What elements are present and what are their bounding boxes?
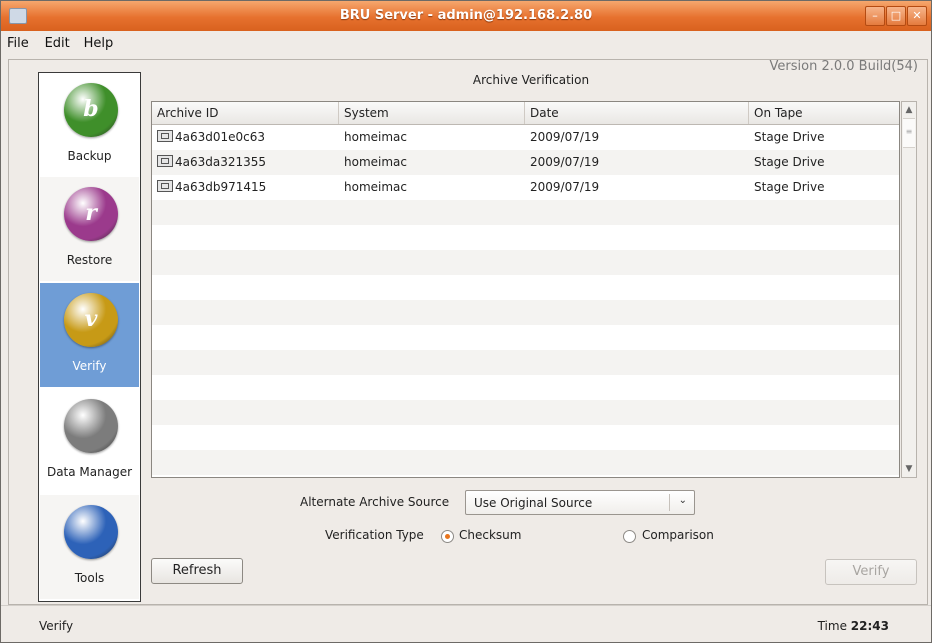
column-header-on-tape[interactable]: On Tape bbox=[749, 102, 899, 124]
close-button[interactable]: ✕ bbox=[907, 6, 927, 26]
table-row[interactable]: 4a63db971415 homeimac 2009/07/19 Stage Driv… bbox=[152, 175, 899, 200]
page-title: Archive Verification bbox=[472, 73, 590, 87]
sidebar-item-label: Verify bbox=[72, 359, 107, 373]
status-bar: Verify Time 22:43 bbox=[1, 605, 931, 642]
empty-table-row bbox=[152, 375, 899, 400]
system-cell: homeimac bbox=[344, 130, 407, 144]
scroll-thumb[interactable]: ≡ bbox=[903, 118, 915, 148]
maximize-button[interactable]: □ bbox=[886, 6, 906, 26]
scroll-up-icon[interactable]: ▲ bbox=[902, 103, 916, 117]
empty-table-row bbox=[152, 325, 899, 350]
on-tape-cell: Stage Drive bbox=[754, 130, 825, 144]
time-label: Time bbox=[817, 619, 847, 633]
verify-icon: v bbox=[64, 293, 118, 347]
table-scrollbar[interactable]: ▲ ≡ ▼ bbox=[901, 101, 917, 478]
column-header-system[interactable]: System bbox=[339, 102, 525, 124]
time-value: 22:43 bbox=[850, 619, 889, 633]
sidebar-nav: b Backup r Restore v Verify Data Manager… bbox=[38, 72, 141, 602]
comparison-radio[interactable] bbox=[623, 530, 636, 543]
archive-id-cell: 4a63d01e0c63 bbox=[152, 125, 344, 150]
empty-table-row bbox=[152, 350, 899, 375]
menu-edit[interactable]: Edit bbox=[45, 36, 70, 51]
system-cell: homeimac bbox=[344, 155, 407, 169]
sidebar-item-tools[interactable]: Tools bbox=[40, 495, 139, 599]
system-cell: homeimac bbox=[344, 180, 407, 194]
archive-id-cell: 4a63da321355 bbox=[152, 150, 344, 175]
empty-table-row bbox=[152, 425, 899, 450]
title-bar[interactable]: BRU Server - admin@192.168.2.80 – □ ✕ bbox=[1, 1, 931, 31]
archive-icon bbox=[157, 130, 173, 142]
archive-icon bbox=[157, 180, 173, 192]
archive-table: Archive ID System Date On Tape 4a63d01e0… bbox=[151, 101, 900, 478]
table-header: Archive ID System Date On Tape bbox=[152, 102, 899, 125]
scroll-down-icon[interactable]: ▼ bbox=[902, 462, 916, 476]
empty-table-row bbox=[152, 275, 899, 300]
empty-table-row bbox=[152, 200, 899, 225]
version-label: Version 2.0.0 Build(54) bbox=[769, 59, 918, 74]
alternate-source-select[interactable]: Use Original Source ⌄ bbox=[465, 490, 695, 515]
verification-type-label: Verification Type bbox=[325, 528, 424, 542]
empty-table-row bbox=[152, 225, 899, 250]
checksum-radio[interactable] bbox=[441, 530, 454, 543]
table-row[interactable]: 4a63da321355 homeimac 2009/07/19 Stage Driv… bbox=[152, 150, 899, 175]
on-tape-cell: Stage Drive bbox=[754, 180, 825, 194]
empty-table-row bbox=[152, 400, 899, 425]
app-window: BRU Server - admin@192.168.2.80 – □ ✕ Fi… bbox=[0, 0, 932, 643]
data-manager-icon bbox=[64, 399, 118, 453]
alternate-source-value: Use Original Source bbox=[474, 496, 593, 510]
sidebar-item-label: Tools bbox=[74, 571, 105, 585]
column-header-archive-id[interactable]: Archive ID bbox=[152, 102, 339, 124]
column-header-date[interactable]: Date bbox=[525, 102, 749, 124]
sidebar-item-restore[interactable]: r Restore bbox=[40, 177, 139, 281]
sidebar-item-label: Restore bbox=[66, 253, 113, 267]
status-text: Verify bbox=[39, 619, 74, 633]
date-cell: 2009/07/19 bbox=[530, 180, 600, 194]
chevron-down-icon: ⌄ bbox=[678, 495, 687, 506]
alternate-source-label: Alternate Archive Source bbox=[300, 495, 450, 509]
archive-icon bbox=[157, 155, 173, 167]
date-cell: 2009/07/19 bbox=[530, 130, 600, 144]
clock: Time 22:43 bbox=[818, 619, 889, 633]
sidebar-item-verify[interactable]: v Verify bbox=[40, 283, 139, 387]
empty-table-row bbox=[152, 250, 899, 275]
on-tape-cell: Stage Drive bbox=[754, 155, 825, 169]
minimize-button[interactable]: – bbox=[865, 6, 885, 26]
verify-button[interactable]: Verify bbox=[825, 559, 917, 585]
restore-icon: r bbox=[64, 187, 118, 241]
archive-id-text: 4a63da321355 bbox=[175, 155, 267, 169]
sidebar-item-label: Backup bbox=[67, 149, 112, 163]
archive-id-text: 4a63db971415 bbox=[175, 180, 267, 194]
sidebar-item-label: Data Manager bbox=[46, 465, 133, 479]
empty-table-row bbox=[152, 450, 899, 475]
comparison-label[interactable]: Comparison bbox=[642, 528, 714, 542]
archive-id-text: 4a63d01e0c63 bbox=[175, 130, 266, 144]
date-cell: 2009/07/19 bbox=[530, 155, 600, 169]
sidebar-item-backup[interactable]: b Backup bbox=[40, 73, 139, 177]
window-title: BRU Server - admin@192.168.2.80 bbox=[339, 8, 593, 23]
menu-file[interactable]: File bbox=[7, 36, 29, 51]
refresh-button[interactable]: Refresh bbox=[151, 558, 243, 584]
tools-icon bbox=[64, 505, 118, 559]
menu-help[interactable]: Help bbox=[84, 36, 114, 51]
empty-table-row bbox=[152, 300, 899, 325]
menu-bar: File Edit Help bbox=[1, 31, 931, 57]
archive-id-cell: 4a63db971415 bbox=[152, 175, 344, 200]
backup-icon: b bbox=[64, 83, 118, 137]
table-row[interactable]: 4a63d01e0c63 homeimac 2009/07/19 Stage Driv… bbox=[152, 125, 899, 150]
sidebar-item-data-manager[interactable]: Data Manager bbox=[40, 389, 139, 493]
checksum-label[interactable]: Checksum bbox=[459, 528, 521, 542]
